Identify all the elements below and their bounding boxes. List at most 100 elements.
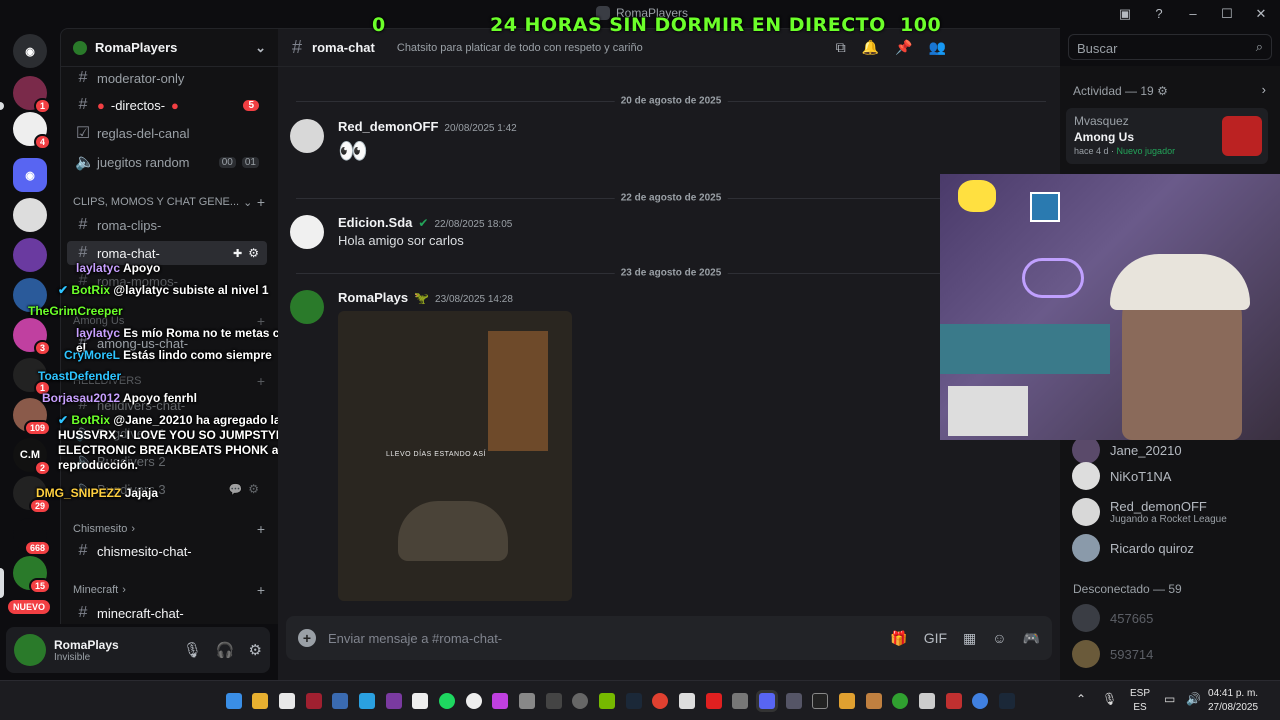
chat-icon[interactable]: 💬	[229, 483, 243, 496]
add-channel-icon[interactable]: +	[257, 373, 265, 389]
help-icon[interactable]: ?	[1142, 6, 1176, 22]
app-icon[interactable]	[706, 693, 722, 709]
member-item[interactable]: 457665	[1072, 604, 1153, 632]
add-attachment-button[interactable]: +	[298, 629, 316, 647]
headphones-icon[interactable]: 🎧	[216, 641, 235, 659]
avatar[interactable]	[290, 119, 324, 153]
start-icon[interactable]	[226, 693, 242, 709]
bell-icon[interactable]: 🔔	[862, 39, 879, 56]
network-icon[interactable]: ▭	[1164, 692, 1175, 706]
member-item[interactable]: NiKoT1NA	[1072, 462, 1171, 490]
xbox-icon[interactable]	[892, 693, 908, 709]
emoji-icon[interactable]: ☺	[992, 630, 1006, 647]
server-icon[interactable]	[13, 238, 47, 272]
avatar[interactable]	[290, 215, 324, 249]
channel-roma-clips[interactable]: # roma-clips-	[67, 213, 267, 237]
server-icon[interactable]: 668	[13, 518, 51, 556]
avatar[interactable]	[14, 634, 46, 666]
message-input[interactable]: Enviar mensaje a #roma-chat-	[328, 631, 502, 646]
add-channel-icon[interactable]: +	[257, 521, 265, 537]
app-icon[interactable]	[546, 693, 562, 709]
app-icon[interactable]	[839, 693, 855, 709]
gear-icon[interactable]: ⚙	[248, 246, 259, 260]
member-item[interactable]: 593714	[1072, 640, 1153, 668]
channel-juegitos[interactable]: 🔈 juegitos random 00 01	[67, 150, 267, 174]
gear-icon[interactable]: ⚙	[1157, 84, 1168, 98]
threads-icon[interactable]: ⧉	[836, 39, 846, 56]
gamepad-icon[interactable]: 🎮	[1023, 630, 1040, 647]
telegram-icon[interactable]	[359, 693, 375, 709]
app-icon[interactable]	[519, 693, 535, 709]
sticker-icon[interactable]: ▦	[963, 630, 976, 647]
app-icon[interactable]	[412, 693, 428, 709]
app-icon[interactable]	[972, 693, 988, 709]
gear-icon[interactable]: ⚙	[248, 482, 259, 496]
add-channel-icon[interactable]: +	[257, 582, 265, 598]
category-minecraft[interactable]: Minecraft › +	[73, 582, 265, 598]
volume-icon[interactable]: 🔊	[1186, 692, 1201, 706]
member-item[interactable]: Jane_20210	[1072, 436, 1182, 464]
channel-chismesito-chat[interactable]: # chismesito-chat-	[67, 539, 267, 563]
server-icon[interactable]: 3	[13, 318, 51, 356]
steam-icon[interactable]	[626, 693, 642, 709]
discord-server-icon[interactable]: ◉	[13, 158, 47, 192]
inbox-icon[interactable]: ▣	[1108, 6, 1142, 22]
member-item[interactable]: Ricardo quiroz	[1072, 534, 1194, 562]
message-image[interactable]: LLEVO DÍAS ESTANDO ASÍ	[338, 311, 572, 601]
discord-home-icon[interactable]: ◉	[13, 34, 47, 68]
gift-icon[interactable]: 🎁	[890, 630, 907, 647]
pin-icon[interactable]: 📌	[895, 39, 912, 56]
category-chismesito[interactable]: Chismesito › +	[73, 521, 265, 537]
chevron-right-icon[interactable]: ›	[1262, 82, 1266, 97]
maximize-button[interactable]: ☐	[1210, 6, 1244, 22]
app-icon[interactable]	[492, 693, 508, 709]
app-icon[interactable]	[946, 693, 962, 709]
microphone-icon[interactable]: 🎙	[1102, 692, 1117, 706]
chevron-up-icon[interactable]: ⌃	[1076, 692, 1086, 706]
app-icon[interactable]	[866, 693, 882, 709]
obs-icon[interactable]	[466, 693, 482, 709]
server-icon[interactable]	[13, 198, 47, 232]
app-icon[interactable]	[306, 693, 322, 709]
app-icon[interactable]	[786, 693, 802, 709]
server-header[interactable]: RomaPlayers ⌄	[61, 29, 278, 67]
message-author[interactable]: Edicion.Sda	[338, 215, 412, 230]
add-channel-icon[interactable]: +	[257, 194, 265, 210]
server-icon[interactable]: C.M 2	[13, 438, 51, 476]
nvidia-icon[interactable]	[599, 693, 615, 709]
share-icon[interactable]	[919, 693, 935, 709]
channel-moderator[interactable]: # moderator-only	[67, 66, 267, 90]
close-button[interactable]: ✕	[1244, 6, 1278, 22]
member-item[interactable]: Red_demonOFF Jugando a Rocket League	[1072, 498, 1227, 526]
clock[interactable]: 04:41 p. m. 27/08/2025	[1208, 687, 1258, 715]
search-input[interactable]: Buscar ⌕	[1068, 34, 1272, 60]
channel-directos[interactable]: # ● -directos- ● 5	[67, 93, 267, 117]
settings-icon[interactable]	[732, 693, 748, 709]
app-icon[interactable]	[572, 693, 588, 709]
message-author[interactable]: Red_demonOFF	[338, 119, 438, 134]
activity-card[interactable]: Mvasquez Among Us hace 4 d · Nuevo jugad…	[1066, 108, 1268, 164]
invite-icon[interactable]: ✚	[233, 247, 242, 260]
category-clips[interactable]: CLIPS, MOMOS Y CHAT GENE... ⌄ +	[73, 194, 265, 210]
avatar[interactable]	[290, 290, 324, 324]
gear-icon[interactable]: ⚙	[249, 641, 262, 659]
app-icon[interactable]	[332, 693, 348, 709]
chrome-icon[interactable]	[652, 693, 668, 709]
server-icon[interactable]: 4	[13, 112, 51, 150]
minimize-button[interactable]: –	[1176, 6, 1210, 22]
epic-icon[interactable]	[812, 693, 828, 709]
app-icon[interactable]	[679, 693, 695, 709]
members-icon[interactable]: 👥	[929, 39, 946, 56]
steam-icon[interactable]	[999, 693, 1015, 709]
server-icon[interactable]: 1	[13, 76, 51, 114]
app-icon[interactable]	[386, 693, 402, 709]
gif-icon[interactable]: GIF	[924, 630, 947, 647]
file-explorer-icon[interactable]	[252, 693, 268, 709]
discord-taskbar-icon[interactable]	[759, 693, 775, 709]
server-icon-romaplayers[interactable]: 15	[13, 556, 51, 594]
app-icon[interactable]	[279, 693, 295, 709]
message-author[interactable]: RomaPlays	[338, 290, 408, 305]
microphone-icon[interactable]: 🎙	[183, 641, 202, 659]
channel-minecraft-chat[interactable]: # minecraft-chat-	[67, 601, 267, 625]
spotify-icon[interactable]	[439, 693, 455, 709]
